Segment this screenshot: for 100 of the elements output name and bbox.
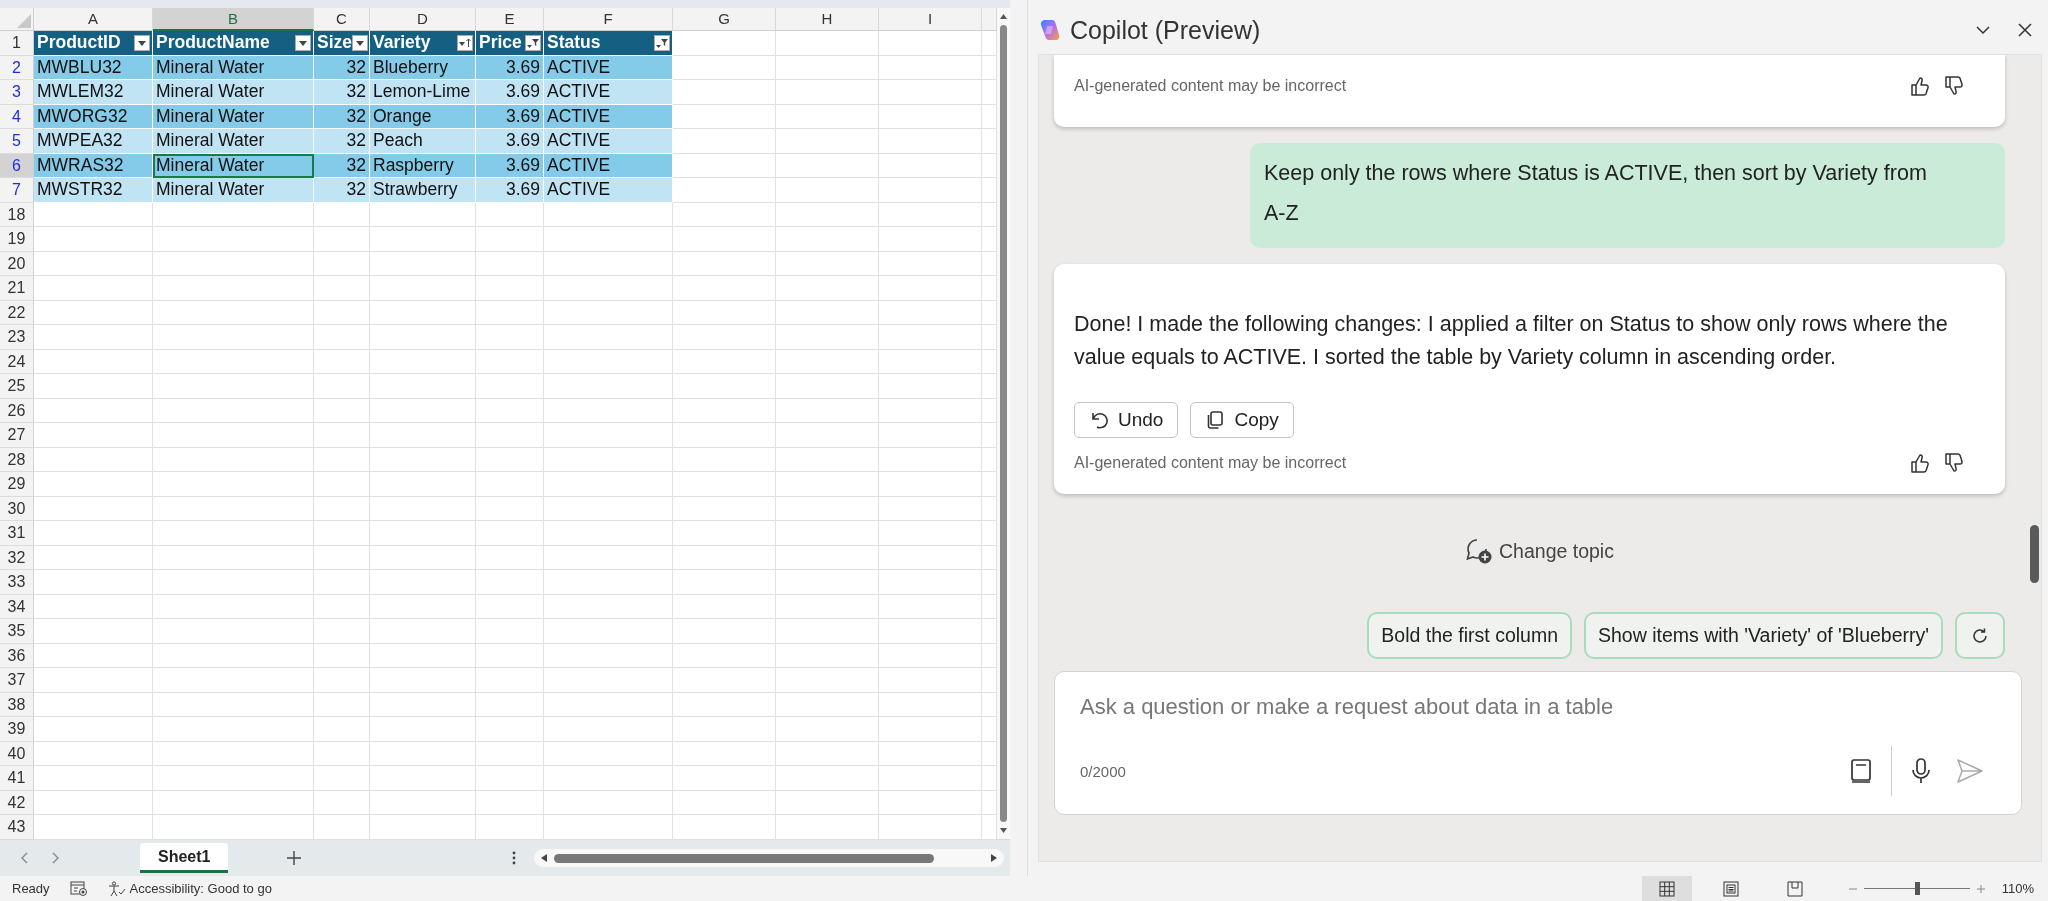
macro-recording-icon[interactable] (69, 880, 88, 897)
empty-cell (476, 398, 544, 423)
normal-view-button[interactable] (1641, 876, 1692, 901)
filter-button[interactable] (352, 34, 369, 51)
chat-input-box[interactable]: Ask a question or make a request about data in a table 0/2000 (1054, 671, 2022, 815)
user-message: Keep only the rows where Status is ACTIVE, then sort by Variety from A-Z (1250, 143, 2005, 248)
row-header[interactable]: 19 (0, 227, 34, 252)
row-header[interactable]: 41 (0, 766, 34, 791)
suggestion-chip[interactable]: Show items with 'Variety' of 'Blueberry' (1584, 612, 1943, 659)
horizontal-scrollbar[interactable] (534, 849, 1004, 867)
table-cell: Lemon-Lime (370, 80, 476, 105)
row-header[interactable]: 32 (0, 545, 34, 570)
empty-cell (314, 349, 370, 374)
sheet-tab[interactable]: Sheet1 (140, 843, 229, 873)
add-sheet-icon[interactable] (286, 850, 303, 866)
empty-cell (314, 325, 370, 350)
change-topic-button[interactable]: Change topic (1459, 536, 1620, 566)
filter-button[interactable] (525, 34, 541, 51)
row-header[interactable]: 20 (0, 251, 34, 276)
empty-cell (476, 349, 544, 374)
row-header[interactable]: 23 (0, 325, 34, 350)
scroll-right-icon[interactable] (990, 853, 998, 863)
accessibility-status[interactable]: Accessibility: Good to go (129, 881, 272, 896)
scroll-left-icon[interactable] (540, 853, 548, 863)
scroll-up-icon[interactable] (999, 12, 1008, 21)
row-header[interactable]: 29 (0, 472, 34, 497)
empty-cell (476, 227, 544, 252)
scrollbar-thumb[interactable] (2029, 525, 2039, 583)
row-header[interactable]: 4 (0, 104, 34, 129)
empty-cell (476, 619, 544, 644)
scrollbar-thumb[interactable] (554, 853, 934, 863)
row-header[interactable]: 6 (0, 153, 34, 178)
copilot-logo-icon (1038, 18, 1062, 42)
row-header[interactable]: 36 (0, 643, 34, 668)
empty-cell (476, 202, 544, 227)
undo-button[interactable]: Undo (1074, 402, 1179, 438)
row-header[interactable]: 18 (0, 202, 34, 227)
zoom-slider-thumb[interactable] (1914, 882, 1920, 895)
filter-button[interactable] (654, 34, 670, 51)
table-cell: Mineral Water (153, 104, 314, 129)
thumbs-down-icon[interactable] (1943, 75, 1965, 97)
thumbs-up-icon[interactable] (1909, 75, 1931, 97)
table-cell: ACTIVE (544, 153, 673, 178)
row-header[interactable]: 1 (0, 31, 34, 56)
copy-button[interactable]: Copy (1190, 402, 1294, 438)
row-header[interactable]: 26 (0, 398, 34, 423)
table-cell: Mineral Water (153, 55, 314, 80)
empty-cell (314, 741, 370, 766)
row-header[interactable]: 33 (0, 570, 34, 595)
empty-cell (476, 668, 544, 693)
scroll-down-icon[interactable] (999, 826, 1008, 835)
empty-cell (314, 619, 370, 644)
thumbs-down-icon[interactable] (1943, 452, 1965, 474)
row-header[interactable]: 28 (0, 447, 34, 472)
row-header[interactable]: 24 (0, 349, 34, 374)
table-cell: 32 (314, 153, 370, 178)
vertical-scrollbar[interactable] (997, 8, 1010, 839)
scrollbar-thumb[interactable] (1000, 25, 1007, 822)
row-header[interactable]: 25 (0, 374, 34, 399)
row-header[interactable]: 21 (0, 276, 34, 301)
row-header[interactable]: 42 (0, 790, 34, 815)
zoom-level[interactable]: 110% (2001, 881, 2034, 896)
row-header[interactable]: 34 (0, 594, 34, 619)
row-header[interactable]: 37 (0, 668, 34, 693)
column-header[interactable]: H (776, 8, 879, 31)
column-header[interactable]: I (879, 8, 982, 31)
filter-button[interactable] (134, 34, 150, 51)
row-header[interactable]: 31 (0, 521, 34, 546)
chat-input-field[interactable]: Ask a question or make a request about data in a table (1080, 694, 1996, 720)
row-header[interactable]: 30 (0, 496, 34, 521)
table-cell: ACTIVE (544, 55, 673, 80)
row-header[interactable]: 7 (0, 178, 34, 203)
row-header[interactable]: 3 (0, 80, 34, 105)
column-header[interactable]: G (673, 8, 776, 31)
row-header[interactable]: 38 (0, 692, 34, 717)
empty-cell (476, 496, 544, 521)
thumbs-up-icon[interactable] (1909, 452, 1931, 474)
table-cell: 32 (314, 104, 370, 129)
row-header[interactable]: 22 (0, 300, 34, 325)
empty-cell (314, 790, 370, 815)
row-header[interactable]: 27 (0, 423, 34, 448)
suggestion-chip[interactable]: Bold the first column (1367, 612, 1572, 659)
filter-button[interactable] (457, 34, 473, 51)
row-header[interactable]: 39 (0, 717, 34, 742)
empty-cell (314, 227, 370, 252)
empty-cell (314, 545, 370, 570)
row-header[interactable]: 5 (0, 129, 34, 154)
filter-button[interactable] (295, 34, 311, 51)
refresh-button[interactable] (1955, 612, 2005, 659)
column-title: Status (547, 31, 601, 55)
accessibility-icon[interactable] (107, 880, 126, 897)
row-header[interactable]: 43 (0, 815, 34, 840)
row-header[interactable]: 2 (0, 55, 34, 80)
row-header[interactable]: 40 (0, 741, 34, 766)
page-break-icon (1785, 879, 1804, 898)
row-header[interactable]: 35 (0, 619, 34, 644)
column-header[interactable]: B (153, 8, 314, 31)
empty-cell (314, 251, 370, 276)
more-icon[interactable] (512, 851, 516, 865)
empty-cell (476, 472, 544, 497)
